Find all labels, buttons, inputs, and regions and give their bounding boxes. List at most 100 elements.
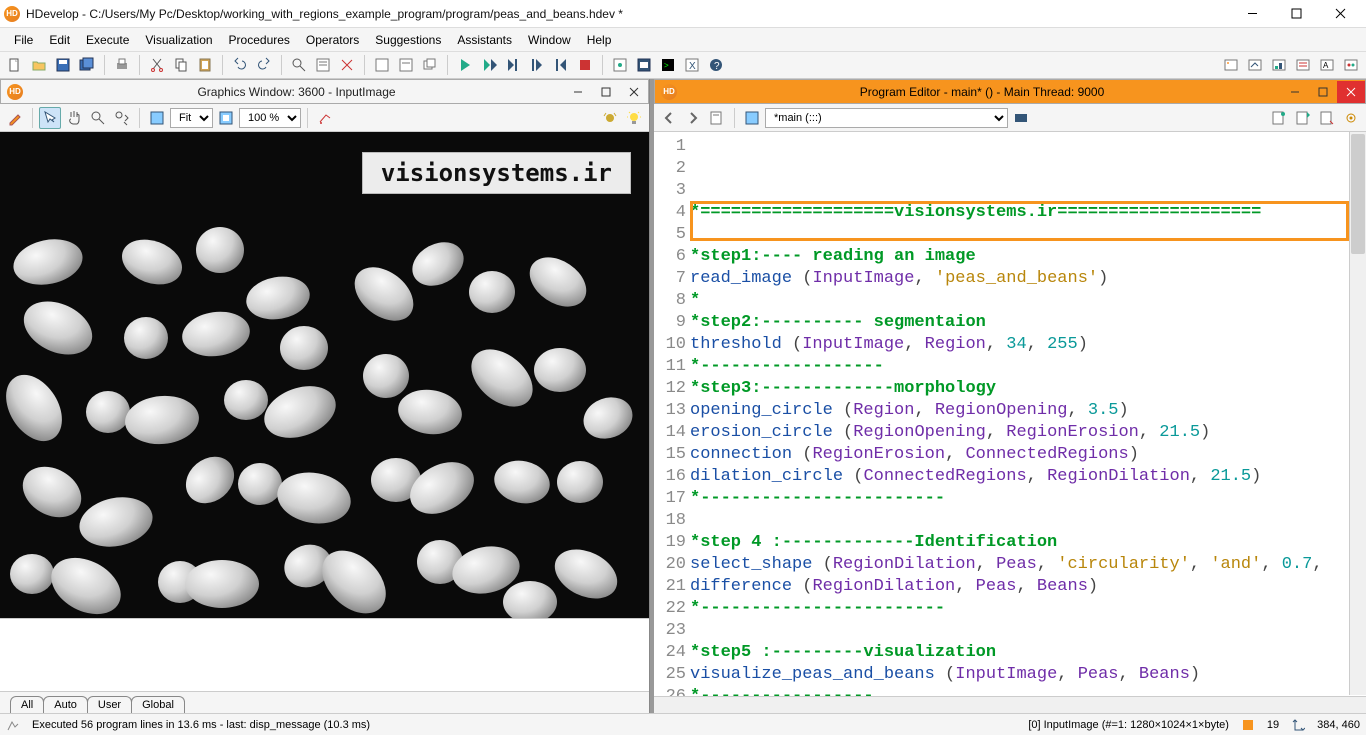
assistant-measure-button[interactable] — [1292, 54, 1314, 76]
properties-button[interactable] — [312, 54, 334, 76]
editor-maximize-button[interactable] — [1309, 81, 1337, 103]
clear-window-button[interactable] — [314, 107, 336, 129]
status-bar: Executed 56 program lines in 13.6 ms - l… — [0, 713, 1366, 735]
assistant-calibration-button[interactable] — [1244, 54, 1266, 76]
menu-procedures[interactable]: Procedures — [221, 31, 298, 49]
step-over-button[interactable] — [478, 54, 500, 76]
menu-execute[interactable]: Execute — [78, 31, 137, 49]
redo-button[interactable] — [253, 54, 275, 76]
step-into-button[interactable] — [502, 54, 524, 76]
svg-text:>: > — [664, 61, 669, 70]
cut-button[interactable] — [146, 54, 168, 76]
window-minimize-button[interactable] — [1230, 0, 1274, 28]
edit-procedure-button[interactable] — [1268, 107, 1290, 129]
run-button[interactable] — [454, 54, 476, 76]
graphics-close-button[interactable] — [620, 81, 648, 103]
run-procedure-button[interactable] — [1292, 107, 1314, 129]
editor-panel-title: Program Editor - main* () - Main Thread:… — [683, 85, 1281, 99]
copy-button[interactable] — [170, 54, 192, 76]
tab-global[interactable]: Global — [131, 696, 185, 713]
menu-operators[interactable]: Operators — [298, 31, 367, 49]
graphics-minimize-button[interactable] — [564, 81, 592, 103]
pointer-button[interactable] — [39, 107, 61, 129]
tab-user[interactable]: User — [87, 696, 132, 713]
window-cascade-button[interactable] — [419, 54, 441, 76]
code-editor[interactable]: 1234567891011121314151617181920212223242… — [654, 132, 1366, 713]
terminal-button[interactable]: > — [657, 54, 679, 76]
save-button[interactable] — [52, 54, 74, 76]
assistant-image-button[interactable] — [1220, 54, 1242, 76]
editor-panel: HD Program Editor - main* () - Main Thre… — [650, 79, 1366, 713]
menu-window[interactable]: Window — [520, 31, 579, 49]
vertical-scrollbar[interactable] — [1349, 132, 1366, 695]
find-button[interactable] — [288, 54, 310, 76]
reset-program-button[interactable] — [609, 54, 631, 76]
image-watermark-label: visionsystems.ir — [362, 152, 631, 194]
lightbulb-button[interactable] — [623, 107, 645, 129]
step-out-button[interactable] — [526, 54, 548, 76]
step-procedure-button[interactable] — [1316, 107, 1338, 129]
fit-combo[interactable]: Fit — [170, 108, 213, 128]
graphics-maximize-button[interactable] — [592, 81, 620, 103]
zoom-combo[interactable]: 100 % — [239, 108, 301, 128]
delete-button[interactable] — [336, 54, 358, 76]
menu-help[interactable]: Help — [579, 31, 620, 49]
editor-minimize-button[interactable] — [1281, 81, 1309, 103]
save-all-button[interactable] — [76, 54, 98, 76]
procedure-combo[interactable]: *main (:::) — [765, 108, 1008, 128]
draw-button[interactable] — [4, 107, 26, 129]
nav-forward-button[interactable] — [682, 107, 704, 129]
graphics-panel-title: Graphics Window: 3600 - InputImage — [29, 85, 564, 99]
nav-back-button[interactable] — [658, 107, 680, 129]
new-graphics-window-button[interactable] — [633, 54, 655, 76]
window-titlebar: HD HDevelop - C:/Users/My Pc/Desktop/wor… — [0, 0, 1366, 28]
menu-file[interactable]: File — [6, 31, 41, 49]
editor-panel-titlebar: HD Program Editor - main* () - Main Thre… — [654, 79, 1366, 104]
window-maximize-button[interactable] — [1274, 0, 1318, 28]
menu-assistants[interactable]: Assistants — [449, 31, 520, 49]
tab-auto[interactable]: Auto — [43, 696, 88, 713]
stop-button[interactable] — [574, 54, 596, 76]
zoom-button[interactable] — [87, 107, 109, 129]
workspace: HD Graphics Window: 3600 - InputImage Fi… — [0, 79, 1366, 713]
open-procedure-button[interactable] — [706, 107, 728, 129]
pan-button[interactable] — [63, 107, 85, 129]
variable-tabs: All Auto User Global — [0, 691, 649, 713]
menu-edit[interactable]: Edit — [41, 31, 78, 49]
menu-bar: File Edit Execute Visualization Procedur… — [0, 28, 1366, 51]
open-file-button[interactable] — [28, 54, 50, 76]
paste-button[interactable] — [194, 54, 216, 76]
svg-text:?: ? — [714, 61, 720, 72]
editor-close-button[interactable] — [1337, 81, 1365, 103]
status-exec-icon — [6, 718, 20, 732]
tab-all[interactable]: All — [10, 696, 44, 713]
settings-button[interactable] — [1340, 107, 1362, 129]
image-scale-button[interactable] — [215, 107, 237, 129]
record-button[interactable] — [599, 107, 621, 129]
code-area[interactable]: *===================visionsystems.ir====… — [690, 132, 1366, 713]
scrollbar-thumb[interactable] — [1351, 134, 1365, 254]
window-1-button[interactable] — [371, 54, 393, 76]
horizontal-scrollbar[interactable] — [654, 696, 1366, 713]
new-file-button[interactable] — [4, 54, 26, 76]
menu-visualization[interactable]: Visualization — [137, 31, 220, 49]
undo-button[interactable] — [229, 54, 251, 76]
help-button[interactable]: ? — [705, 54, 727, 76]
variables-button[interactable]: X — [681, 54, 703, 76]
zoom-mode-dropdown[interactable] — [111, 107, 133, 129]
window-2-button[interactable] — [395, 54, 417, 76]
menu-suggestions[interactable]: Suggestions — [367, 31, 449, 49]
graphics-blank-area — [0, 618, 649, 691]
print-button[interactable] — [111, 54, 133, 76]
halcon-icon: HD — [661, 84, 677, 100]
assistant-classification-button[interactable] — [1340, 54, 1362, 76]
toolbar-main: > X ? A — [0, 51, 1366, 79]
step-back-button[interactable] — [550, 54, 572, 76]
assistant-ocr-button[interactable]: A — [1316, 54, 1338, 76]
image-fit-button[interactable] — [146, 107, 168, 129]
graphics-image-area[interactable]: visionsystems.ir — [0, 132, 649, 618]
procedure-icon[interactable] — [741, 107, 763, 129]
show-all-button[interactable] — [1010, 107, 1032, 129]
assistant-matching-button[interactable] — [1268, 54, 1290, 76]
window-close-button[interactable] — [1318, 0, 1362, 28]
